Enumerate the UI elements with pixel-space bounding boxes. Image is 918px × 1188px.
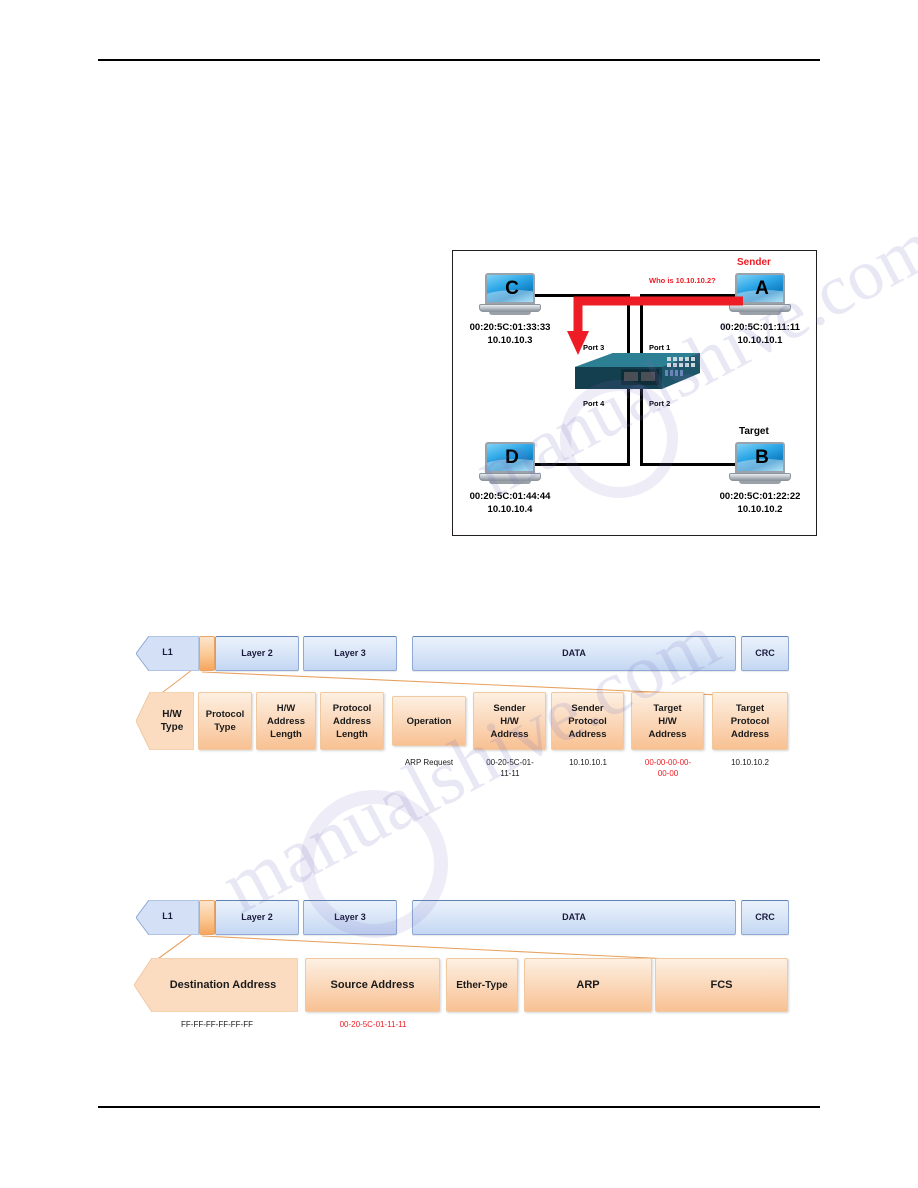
arp-field-operation-label: Operation	[406, 715, 452, 727]
arp-field-proto-addr-len: Protocol Address Length	[320, 692, 384, 750]
arp-bar-crc: CRC	[741, 636, 789, 671]
arp-field-target-hw-addr: Target H/W Address	[631, 692, 704, 750]
eth-bar-crc-label: CRC	[755, 912, 775, 922]
eth-bar-layer3-label: Layer 3	[334, 912, 366, 922]
host-a-role-label: Sender	[737, 257, 771, 268]
eth-value-source-address: 00-20-5C-01-11-11	[339, 1020, 407, 1029]
arp-field-hw-addr-len: H/W Address Length	[256, 692, 316, 750]
host-b-letter: B	[755, 447, 769, 468]
host-a-ip: 10.10.10.1	[737, 335, 783, 346]
eth-field-destination-address: Destination Address	[134, 958, 298, 1012]
host-b-role-label: Target	[739, 426, 769, 437]
eth-bar-layer3: Layer 3	[303, 900, 397, 935]
port-label-4: Port 4	[583, 399, 605, 408]
port-label-3: Port 3	[583, 343, 605, 352]
eth-field-ether-type: Ether-Type	[446, 958, 518, 1012]
eth-bar-data-label: DATA	[562, 912, 586, 922]
arp-value-sender-proto-addr: 10.10.10.1	[569, 758, 607, 767]
host-a-letter: A	[755, 278, 769, 299]
arp-value-target-hw-addr: 00-00-00-00- 00-00	[644, 758, 692, 778]
arp-field-target-proto-addr-label: Target Protocol Address	[730, 702, 770, 740]
header-rule	[98, 59, 820, 61]
arp-layer2-tab	[199, 636, 215, 671]
eth-field-arp: ARP	[524, 958, 652, 1012]
arp-field-sender-hw-addr: Sender H/W Address	[473, 692, 546, 750]
arp-bar-l1-label: L1	[162, 647, 173, 657]
arp-bar-l1: L1	[136, 636, 199, 671]
eth-field-source-address: Source Address	[305, 958, 440, 1012]
eth-bar-l1: L1	[136, 900, 199, 935]
eth-bar-l1-label: L1	[162, 911, 173, 921]
host-d-ip: 10.10.10.4	[487, 504, 533, 515]
arp-field-target-proto-addr: Target Protocol Address	[712, 692, 788, 750]
host-c-letter: C	[505, 278, 519, 299]
arp-field-target-hw-addr-label: Target H/W Address	[648, 702, 687, 740]
eth-bar-layer2: Layer 2	[215, 900, 299, 935]
arp-field-sender-proto-addr: Sender Protocol Address	[551, 692, 624, 750]
eth-field-source-address-label: Source Address	[330, 978, 415, 991]
arp-field-hw-type: H/W Type	[136, 692, 194, 750]
arp-value-sender-hw-addr: 00-20-5C-01- 11-11	[486, 758, 534, 778]
arp-value-target-proto-addr: 10.10.10.2	[731, 758, 769, 767]
host-b-ip: 10.10.10.2	[737, 504, 783, 515]
arp-bar-layer3-label: Layer 3	[334, 648, 366, 658]
arp-field-proto-addr-len-label: Protocol Address Length	[332, 702, 372, 740]
eth-bar-crc: CRC	[741, 900, 789, 935]
host-a-mac: 00:20:5C:01:11:11	[720, 322, 800, 333]
host-c-ip: 10.10.10.3	[487, 335, 533, 346]
host-d-letter: D	[505, 447, 519, 468]
arp-bar-data-label: DATA	[562, 648, 586, 658]
eth-field-fcs: FCS	[655, 958, 788, 1012]
eth-bar-layer2-label: Layer 2	[241, 912, 273, 922]
port-label-2: Port 2	[649, 399, 671, 408]
trunk-port3-port4	[627, 294, 630, 466]
arp-field-sender-hw-addr-label: Sender H/W Address	[490, 702, 529, 740]
trunk-port1-port2	[640, 294, 643, 466]
arp-value-operation: ARP Request	[404, 758, 454, 767]
network-topology-figure: Port 3 Port 1 Port 4 Port 2 Who is 10.10…	[452, 250, 817, 536]
who-is-annotation: Who is 10.10.10.2?	[649, 276, 716, 285]
network-switch-icon	[575, 353, 700, 389]
eth-bar-data: DATA	[412, 900, 736, 935]
arp-field-hw-type-label: H/W Type	[160, 709, 184, 733]
host-b-laptop-icon: B	[729, 442, 791, 484]
arp-field-sender-proto-addr-label: Sender Protocol Address	[568, 702, 607, 740]
eth-field-ether-type-label: Ether-Type	[456, 979, 508, 991]
footer-rule	[98, 1106, 820, 1108]
arp-field-protocol-type-label: Protocol Type	[205, 709, 245, 733]
arp-bar-crc-label: CRC	[755, 648, 775, 658]
host-b-mac: 00:20:5C:01:22:22	[719, 491, 801, 502]
eth-value-destination-address: FF-FF-FF-FF-FF-FF	[181, 1020, 253, 1029]
host-a-laptop-icon: A	[729, 273, 791, 315]
eth-layer2-tab	[199, 900, 215, 935]
host-c-mac: 00:20:5C:01:33:33	[469, 322, 551, 333]
arp-bar-layer2-label: Layer 2	[241, 648, 273, 658]
eth-field-fcs-label: FCS	[710, 978, 733, 991]
eth-field-destination-address-label: Destination Address	[169, 978, 277, 991]
arp-field-protocol-type: Protocol Type	[198, 692, 252, 750]
arp-field-operation: Operation	[392, 696, 466, 746]
arp-bar-layer3: Layer 3	[303, 636, 397, 671]
host-c-laptop-icon: C	[479, 273, 541, 315]
host-d-mac: 00:20:5C:01:44:44	[469, 491, 551, 502]
host-d-laptop-icon: D	[479, 442, 541, 484]
port-label-1: Port 1	[649, 343, 671, 352]
arp-bar-data: DATA	[412, 636, 736, 671]
arp-bar-layer2: Layer 2	[215, 636, 299, 671]
eth-field-arp-label: ARP	[576, 978, 600, 991]
arp-field-hw-addr-len-label: H/W Address Length	[266, 702, 305, 740]
